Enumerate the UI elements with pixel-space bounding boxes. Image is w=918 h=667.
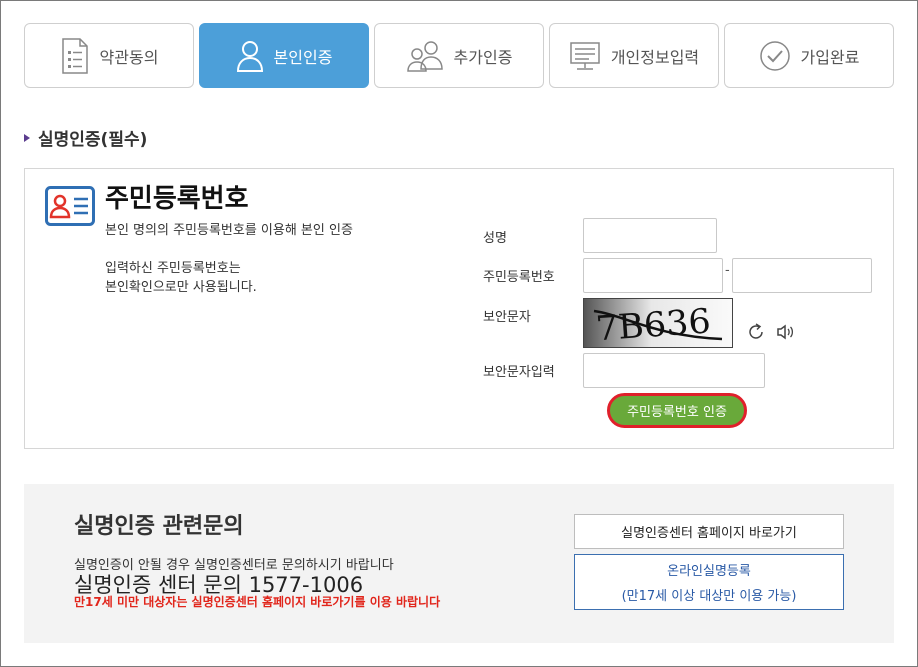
online-registration-button[interactable]: 온라인실명등록 (만17세 이상 대상만 이용 가능) [574,554,844,610]
rrn-label: 주민등록번호 [483,270,555,285]
step-navigation: 약관동의 본인인증 추가인증 개인정보입력 가입완료 [24,23,894,88]
name-label: 성명 [483,231,507,246]
id-card-icon [45,186,95,226]
step-label: 본인인증 [273,47,333,67]
captcha-input[interactable] [583,353,765,388]
captcha-text: 7B636 [595,301,713,348]
notice-line: 본인확인으로만 사용됩니다. [105,280,257,295]
step-identity[interactable]: 본인인증 [199,23,369,88]
step-terms[interactable]: 약관동의 [24,23,194,88]
rrn-verify-button[interactable]: 주민등록번호 인증 [607,393,747,428]
step-additional[interactable]: 추가인증 [374,23,544,88]
step-label: 약관동의 [99,47,159,67]
online-registration-label: 온라인실명등록 [667,564,751,579]
rrn-front-field[interactable] [583,258,723,293]
inquiry-title: 실명인증 관련문의 [74,514,244,539]
audio-captcha-icon[interactable] [775,322,795,342]
step-label: 추가인증 [453,47,513,67]
homepage-link-button[interactable]: 실명인증센터 홈페이지 바로가기 [574,514,844,549]
refresh-captcha-icon[interactable] [746,322,766,342]
section-title: 실명인증(필수) [38,130,148,150]
check-circle-icon [759,40,790,71]
step-personal-info[interactable]: 개인정보입력 [549,23,719,88]
captcha-image: 7B636 [583,298,733,348]
inquiry-warning: 만17세 미만 대상자는 실명인증센터 홈페이지 바로가기를 이용 바랍니다 [74,595,441,609]
captcha-input-label: 보안문자입력 [483,365,555,380]
verify-description: 본인 명의의 주민등록번호를 이용해 본인 인증 [105,223,353,238]
name-field[interactable] [583,218,717,253]
section-heading: 실명인증(필수) [24,125,147,150]
verify-title: 주민등록번호 [105,184,249,214]
document-list-icon [61,37,88,74]
person-icon [236,40,263,72]
step-complete[interactable]: 가입완료 [724,23,894,88]
two-people-icon [406,40,443,72]
monitor-form-icon [570,41,600,70]
verify-notice: 입력하신 주민등록번호는 본인확인으로만 사용됩니다. [105,259,257,297]
online-registration-note: (만17세 이상 대상만 이용 가능) [621,589,797,604]
bullet-triangle-icon [24,133,30,142]
notice-line: 입력하신 주민등록번호는 [105,261,241,276]
step-label: 가입완료 [800,47,860,67]
step-label: 개인정보입력 [610,47,700,67]
rrn-separator: - [725,263,730,278]
captcha-label: 보안문자 [483,310,531,325]
rrn-back-field[interactable] [732,258,872,293]
